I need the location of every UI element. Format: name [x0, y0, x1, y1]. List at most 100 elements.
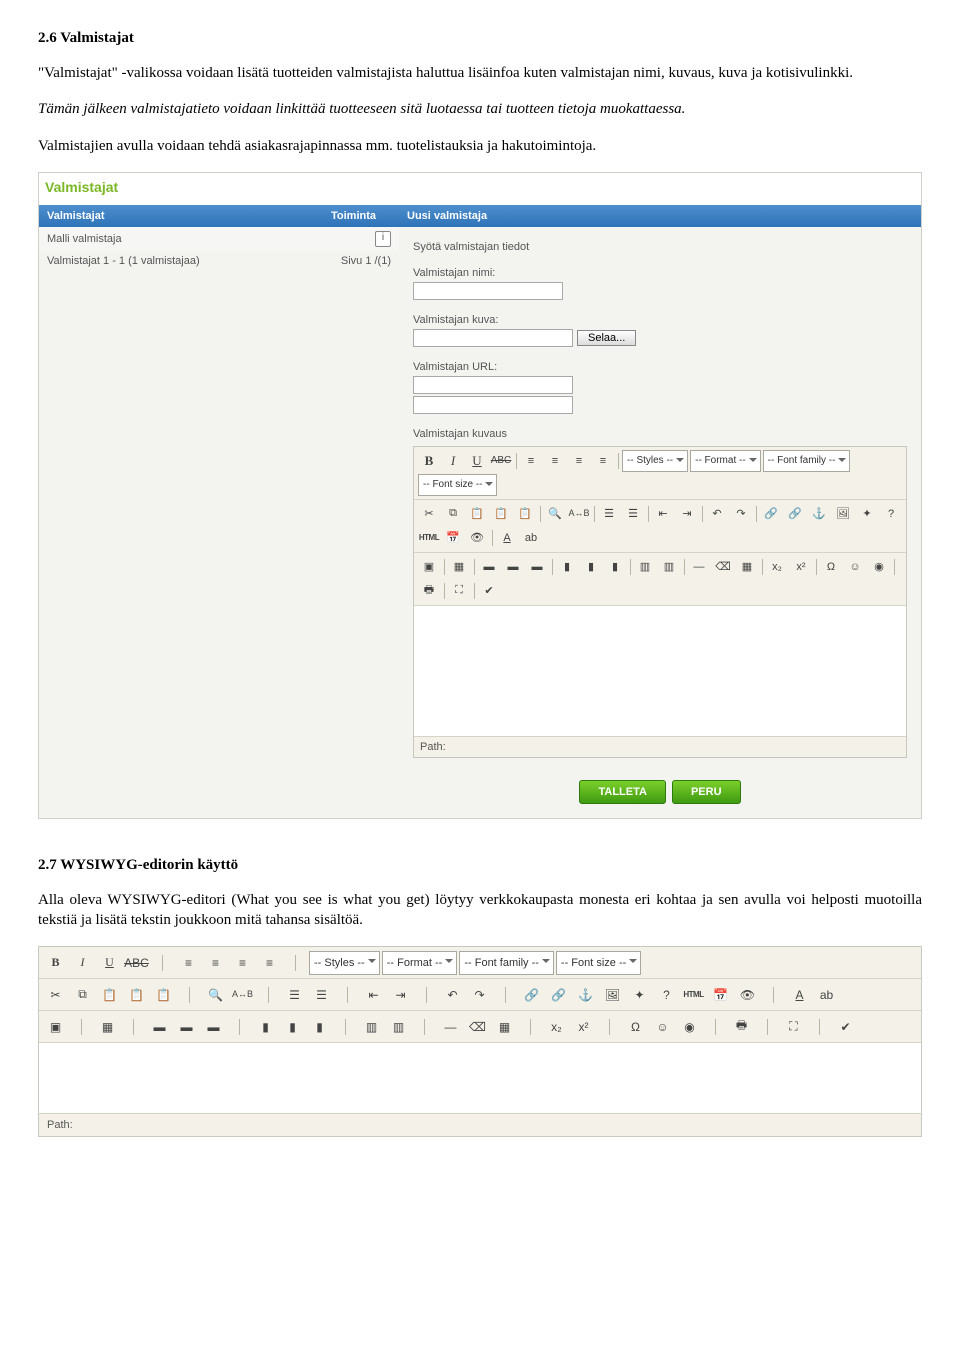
text-color-icon[interactable]: A — [787, 982, 812, 1007]
row-after-icon[interactable]: ▬ — [174, 1014, 199, 1039]
image-icon[interactable]: 🖼 — [600, 982, 625, 1007]
editor-body[interactable] — [414, 606, 906, 736]
unlink-icon[interactable]: 🔗 — [546, 982, 571, 1007]
table-icon[interactable]: ▦ — [95, 1014, 120, 1039]
emoticon-icon[interactable]: ☺ — [650, 1014, 675, 1039]
cleanup-icon[interactable]: ✦ — [627, 982, 652, 1007]
help-icon[interactable]: ? — [654, 982, 679, 1007]
delete-row-icon[interactable]: ▬ — [201, 1014, 226, 1039]
code-icon[interactable]: HTML — [681, 982, 706, 1007]
font-size-select[interactable]: -- Font size -- — [556, 951, 641, 975]
font-family-select[interactable]: -- Font family -- — [459, 951, 554, 975]
row-before-icon[interactable]: ▬ — [147, 1014, 172, 1039]
underline-icon[interactable]: U — [466, 450, 488, 472]
date-icon[interactable]: 📅 — [442, 527, 464, 549]
outdent-icon[interactable]: ⇤ — [361, 982, 386, 1007]
anchor-icon[interactable]: ⚓ — [573, 982, 598, 1007]
text-color-icon[interactable]: A — [496, 527, 518, 549]
split-cell-icon[interactable]: ▥ — [634, 556, 656, 578]
copy-icon[interactable]: ⧉ — [442, 503, 464, 525]
manufacturer-row[interactable]: Malli valmistaja i — [39, 227, 399, 251]
paste-icon[interactable]: 📋 — [97, 982, 122, 1007]
editor-body[interactable] — [39, 1043, 921, 1113]
cut-icon[interactable]: ✂ — [418, 503, 440, 525]
paste-word-icon[interactable]: 📋 — [151, 982, 176, 1007]
bold-icon[interactable]: B — [418, 450, 440, 472]
image-icon[interactable]: 🖼 — [832, 503, 854, 525]
find-icon[interactable]: 🔍 — [203, 982, 228, 1007]
col-after-icon[interactable]: ▮ — [580, 556, 602, 578]
save-button[interactable]: TALLETA — [579, 780, 665, 804]
replace-icon[interactable]: A↔B — [230, 982, 255, 1007]
indent-icon[interactable]: ⇥ — [676, 503, 698, 525]
row-before-icon[interactable]: ▬ — [478, 556, 500, 578]
col-after-icon[interactable]: ▮ — [280, 1014, 305, 1039]
undo-icon[interactable]: ↶ — [440, 982, 465, 1007]
col-before-icon[interactable]: ▮ — [253, 1014, 278, 1039]
bg-color-icon[interactable]: ab — [814, 982, 839, 1007]
merge-cell-icon[interactable]: ▥ — [658, 556, 680, 578]
remove-format-icon[interactable]: ⌫ — [712, 556, 734, 578]
row-after-icon[interactable]: ▬ — [502, 556, 524, 578]
link-icon[interactable]: 🔗 — [760, 503, 782, 525]
layer-icon[interactable]: ▣ — [43, 1014, 68, 1039]
underline-icon[interactable]: U — [97, 950, 122, 975]
media-icon[interactable]: ◉ — [868, 556, 890, 578]
redo-icon[interactable]: ↷ — [467, 982, 492, 1007]
preview-icon[interactable]: 👁 — [735, 982, 760, 1007]
browse-button[interactable]: Selaa... — [577, 330, 636, 346]
paste-text-icon[interactable]: 📋 — [124, 982, 149, 1007]
copy-icon[interactable]: ⧉ — [70, 982, 95, 1007]
spellcheck-icon[interactable]: ✔ — [833, 1014, 858, 1039]
font-size-select[interactable]: -- Font size -- — [418, 474, 497, 496]
align-right-icon[interactable]: ≡ — [230, 950, 255, 975]
outdent-icon[interactable]: ⇤ — [652, 503, 674, 525]
align-right-icon[interactable]: ≡ — [568, 450, 590, 472]
split-cell-icon[interactable]: ▥ — [359, 1014, 384, 1039]
numbered-list-icon[interactable]: ☰ — [309, 982, 334, 1007]
font-family-select[interactable]: -- Font family -- — [763, 450, 851, 472]
special-char-icon[interactable]: Ω — [820, 556, 842, 578]
input-url-2[interactable] — [413, 396, 573, 414]
align-justify-icon[interactable]: ≡ — [592, 450, 614, 472]
print-icon[interactable]: 🖶 — [729, 1014, 754, 1039]
special-char-icon[interactable]: Ω — [623, 1014, 648, 1039]
anchor-icon[interactable]: ⚓ — [808, 503, 830, 525]
superscript-icon[interactable]: x² — [571, 1014, 596, 1039]
emoticon-icon[interactable]: ☺ — [844, 556, 866, 578]
hr-icon[interactable]: — — [688, 556, 710, 578]
help-icon[interactable]: ? — [880, 503, 902, 525]
format-select[interactable]: -- Format -- — [382, 951, 458, 975]
strike-icon[interactable]: ABC — [490, 450, 512, 472]
bullet-list-icon[interactable]: ☰ — [282, 982, 307, 1007]
italic-icon[interactable]: I — [70, 950, 95, 975]
delete-col-icon[interactable]: ▮ — [604, 556, 626, 578]
styles-select[interactable]: -- Styles -- — [309, 951, 380, 975]
bullet-list-icon[interactable]: ☰ — [598, 503, 620, 525]
cancel-button[interactable]: PERU — [672, 780, 741, 804]
paste-word-icon[interactable]: 📋 — [514, 503, 536, 525]
subscript-icon[interactable]: x₂ — [766, 556, 788, 578]
align-left-icon[interactable]: ≡ — [176, 950, 201, 975]
bold-icon[interactable]: B — [43, 950, 68, 975]
link-icon[interactable]: 🔗 — [519, 982, 544, 1007]
merge-cell-icon[interactable]: ▥ — [386, 1014, 411, 1039]
input-name[interactable] — [413, 282, 563, 300]
find-icon[interactable]: 🔍 — [544, 503, 566, 525]
col-before-icon[interactable]: ▮ — [556, 556, 578, 578]
cleanup-icon[interactable]: ✦ — [856, 503, 878, 525]
cut-icon[interactable]: ✂ — [43, 982, 68, 1007]
replace-icon[interactable]: A↔B — [568, 503, 590, 525]
bg-color-icon[interactable]: ab — [520, 527, 542, 549]
superscript-icon[interactable]: x² — [790, 556, 812, 578]
layer-icon[interactable]: ▣ — [418, 556, 440, 578]
delete-col-icon[interactable]: ▮ — [307, 1014, 332, 1039]
input-image[interactable] — [413, 329, 573, 347]
spellcheck-icon[interactable]: ✔ — [478, 580, 500, 602]
input-url-1[interactable] — [413, 376, 573, 394]
paste-icon[interactable]: 📋 — [466, 503, 488, 525]
date-icon[interactable]: 📅 — [708, 982, 733, 1007]
align-center-icon[interactable]: ≡ — [544, 450, 566, 472]
numbered-list-icon[interactable]: ☰ — [622, 503, 644, 525]
preview-icon[interactable]: 👁 — [466, 527, 488, 549]
